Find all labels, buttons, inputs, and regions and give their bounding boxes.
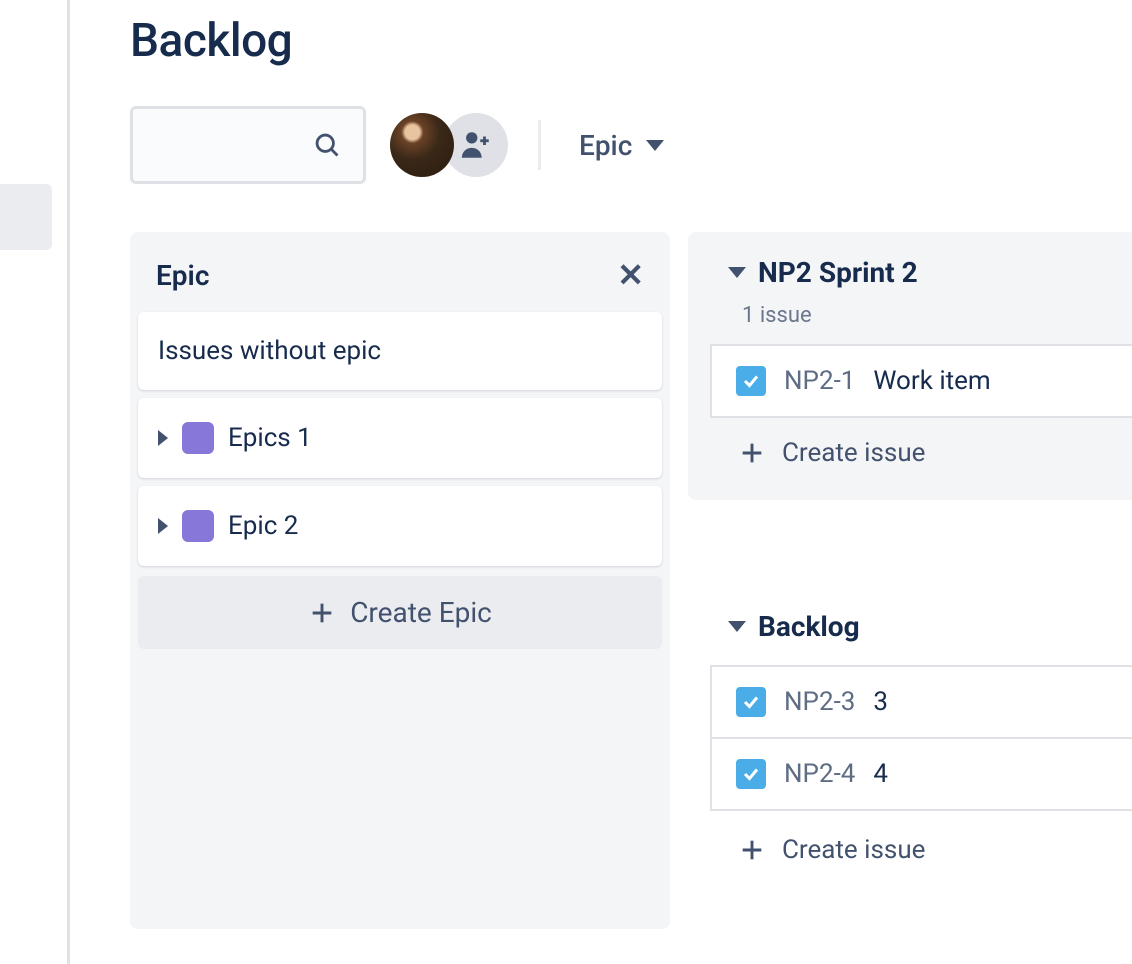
chevron-down-icon [646,140,664,151]
create-issue-button[interactable]: Create issue [688,811,1132,865]
issue-key: NP2-4 [784,759,855,789]
search-input[interactable] [130,106,366,184]
epic-filter-dropdown[interactable]: Epic [579,129,664,162]
search-icon [313,131,341,159]
issue-row[interactable]: NP2-3 3 [710,665,1132,739]
add-user-icon [459,128,493,162]
issue-summary: 4 [873,759,888,789]
create-issue-button[interactable]: Create issue [688,418,1132,494]
avatar-group [390,113,508,177]
backlog-section: Backlog NP2-3 3 NP2-4 [688,610,1132,865]
sprint-section: NP2 Sprint 2 1 issue NP2-1 Work item Cre… [688,232,1132,500]
divider [538,120,541,170]
create-epic-label: Create Epic [350,596,492,629]
sprint-issue-count: 1 issue [688,297,1132,344]
issue-key: NP2-1 [784,366,855,396]
epic-filter-label: Epic [579,129,632,162]
create-issue-label: Create issue [782,438,925,468]
page-title: Backlog [130,14,1132,68]
issues-without-epic-label: Issues without epic [158,336,381,366]
close-icon[interactable]: ✕ [617,256,644,294]
backlog-header[interactable]: Backlog [688,610,1132,665]
plus-icon [738,836,766,864]
epic-panel-title: Epic [156,259,209,292]
issue-summary: Work item [873,366,990,396]
issue-key: NP2-3 [784,687,855,717]
issues-without-epic-item[interactable]: Issues without epic [138,312,662,390]
chevron-right-icon [158,430,168,446]
task-icon [736,366,766,396]
epic-color-swatch [182,422,214,454]
epic-item[interactable]: Epics 1 [138,398,662,478]
sprint-name: NP2 Sprint 2 [758,256,918,289]
chevron-down-icon [728,267,746,278]
chevron-right-icon [158,518,168,534]
sidebar-rail [0,0,70,964]
user-avatar[interactable] [390,113,454,177]
epic-name: Epics 1 [228,423,312,453]
create-issue-label: Create issue [782,835,925,865]
sidebar-selected-item[interactable] [0,184,52,250]
backlog-title: Backlog [758,610,860,643]
issue-row[interactable]: NP2-1 Work item [710,344,1132,418]
toolbar: Epic [130,106,1132,184]
issue-row[interactable]: NP2-4 4 [710,739,1132,811]
epic-panel: Epic ✕ Issues without epic Epics 1 Epic … [130,232,670,929]
epic-color-swatch [182,510,214,542]
issue-summary: 3 [873,687,888,717]
task-icon [736,687,766,717]
sprint-header[interactable]: NP2 Sprint 2 [688,232,1132,297]
epic-name: Epic 2 [228,511,298,541]
chevron-down-icon [728,621,746,632]
plus-icon [738,439,766,467]
task-icon [736,759,766,789]
epic-item[interactable]: Epic 2 [138,486,662,566]
plus-icon [308,599,336,627]
create-epic-button[interactable]: Create Epic [138,576,662,649]
